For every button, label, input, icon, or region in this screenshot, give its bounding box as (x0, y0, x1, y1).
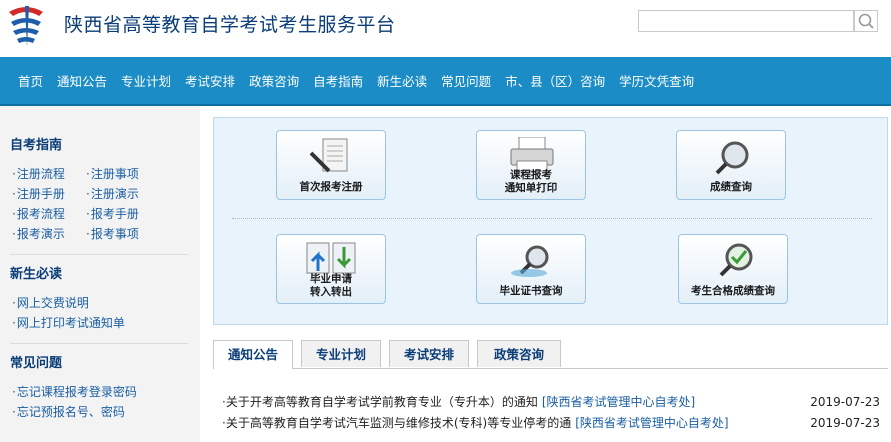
certificate-query-button[interactable]: 毕业证书查询 (476, 234, 586, 304)
sidebar-newcomer-section: 新生必读 网上交费说明 网上打印考试通知单 (0, 265, 200, 333)
sidebar-link[interactable]: 注册流程 (12, 164, 86, 184)
news-date: 2019-07-23 (810, 395, 880, 409)
sidebar-link[interactable]: 报考手册 (86, 204, 160, 224)
list-item: ·关于高等教育自学考试汽车监测与维修技术(专科)等专业停考的通 [陕西省考试管理中… (222, 413, 882, 434)
sidebar-link[interactable]: 忘记课程报考登录密码 (12, 382, 192, 402)
sidebar-link[interactable]: 报考事项 (86, 224, 160, 244)
card-label-line: 课程报考 (510, 169, 552, 181)
news-source: [陕西省考试管理中心自考处] (541, 395, 696, 409)
nav-policy[interactable]: 政策咨询 (249, 71, 299, 90)
nav-guide[interactable]: 自考指南 (313, 71, 363, 90)
graduation-transfer-button[interactable]: 毕业申请 转入转出 (276, 234, 386, 304)
search-button[interactable] (854, 10, 878, 32)
pass-score-query-button[interactable]: 考生合格成绩查询 (678, 234, 788, 304)
sidebar-faq-title: 常见问题 (10, 356, 63, 371)
news-title[interactable]: 关于开考高等教育自学考试学前教育专业（专升本）的通知 (226, 395, 538, 409)
nav-faq[interactable]: 常见问题 (441, 71, 491, 90)
divider (232, 218, 872, 219)
site-title: 陕西省高等教育自学考试考生服务平台 (64, 14, 396, 36)
nav-newcomer[interactable]: 新生必读 (377, 71, 427, 90)
nav-diploma-query[interactable]: 学历文凭查询 (619, 71, 694, 90)
nav-notices[interactable]: 通知公告 (57, 71, 107, 90)
sidebar-link[interactable]: 网上交费说明 (12, 293, 192, 313)
list-item: ·关于开考高等教育自学考试学前教育专业（专升本）的通知 [陕西省考试管理中心自考处… (222, 392, 882, 413)
search-icon (858, 13, 874, 29)
card-label-line: 转入转出 (310, 286, 352, 298)
site-header: 陕西省高等教育自学考试考生服务平台 (0, 0, 891, 56)
card-label: 毕业申请 转入转出 (277, 273, 385, 299)
sidebar-faq-section: 常见问题 忘记课程报考登录密码 忘记预报名号、密码 (0, 354, 200, 422)
card-label: 成绩查询 (710, 181, 752, 193)
sidebar-newcomer-title: 新生必读 (10, 267, 63, 282)
sidebar-guide-title: 自考指南 (10, 138, 63, 153)
card-label-line: 通知单打印 (504, 182, 558, 194)
tab-policy[interactable]: 政策咨询 (477, 340, 561, 367)
sidebar-guide-section: 自考指南 注册流程 注册事项 注册手册 注册演示 报考流程 报考手册 报考演示 … (0, 136, 200, 244)
card-label: 课程报考 通知单打印 (477, 169, 585, 195)
score-query-button[interactable]: 成绩查询 (676, 130, 786, 200)
news-source: [陕西省考试管理中心自考处] (575, 416, 729, 430)
card-label: 考生合格成绩查询 (691, 285, 775, 297)
sidebar-link[interactable]: 报考流程 (12, 204, 86, 224)
nav-home[interactable]: 首页 (18, 71, 43, 90)
magnifier-icon (511, 245, 549, 277)
nav-programs[interactable]: 专业计划 (121, 71, 171, 90)
divider (10, 254, 188, 255)
tab-exam-schedule[interactable]: 考试安排 (389, 340, 469, 367)
sidebar-link[interactable]: 注册事项 (86, 164, 160, 184)
course-notice-print-button[interactable]: 课程报考 通知单打印 (476, 130, 586, 200)
tab-notices[interactable]: 通知公告 (213, 340, 293, 369)
news-tabs: 通知公告 专业计划 考试安排 政策咨询 (213, 340, 888, 369)
card-label: 首次报考注册 (299, 181, 363, 193)
sidebar-link[interactable]: 网上打印考试通知单 (12, 313, 192, 333)
first-register-button[interactable]: 首次报考注册 (276, 130, 386, 200)
magnifier-check-icon (719, 243, 753, 277)
document-pen-icon (309, 138, 348, 173)
tab-programs[interactable]: 专业计划 (301, 340, 381, 367)
sidebar-link[interactable]: 报考演示 (12, 224, 86, 244)
sidebar: 自考指南 注册流程 注册事项 注册手册 注册演示 报考流程 报考手册 报考演示 … (0, 106, 200, 442)
nav-local-consult[interactable]: 市、县（区）咨询 (505, 71, 605, 90)
news-title[interactable]: 关于高等教育自学考试汽车监测与维修技术(专科)等专业停考的通 (226, 416, 571, 430)
sidebar-link[interactable]: 注册演示 (86, 184, 160, 204)
magnifier-icon (715, 141, 749, 175)
card-label-line: 毕业申请 (310, 273, 352, 285)
sidebar-link[interactable]: 注册手册 (12, 184, 86, 204)
divider (10, 343, 188, 344)
sidebar-link[interactable]: 忘记预报名号、密码 (12, 402, 192, 422)
news-list: ·关于开考高等教育自学考试学前教育专业（专升本）的通知 [陕西省考试管理中心自考处… (222, 392, 882, 434)
site-logo[interactable] (5, 4, 47, 48)
search-input[interactable] (638, 10, 854, 32)
nav-exam-schedule[interactable]: 考试安排 (185, 71, 235, 90)
news-date: 2019-07-23 (810, 416, 880, 430)
main-nav: 首页 通知公告 专业计划 考试安排 政策咨询 自考指南 新生必读 常见问题 市、… (0, 57, 891, 106)
card-label: 毕业证书查询 (499, 285, 563, 297)
